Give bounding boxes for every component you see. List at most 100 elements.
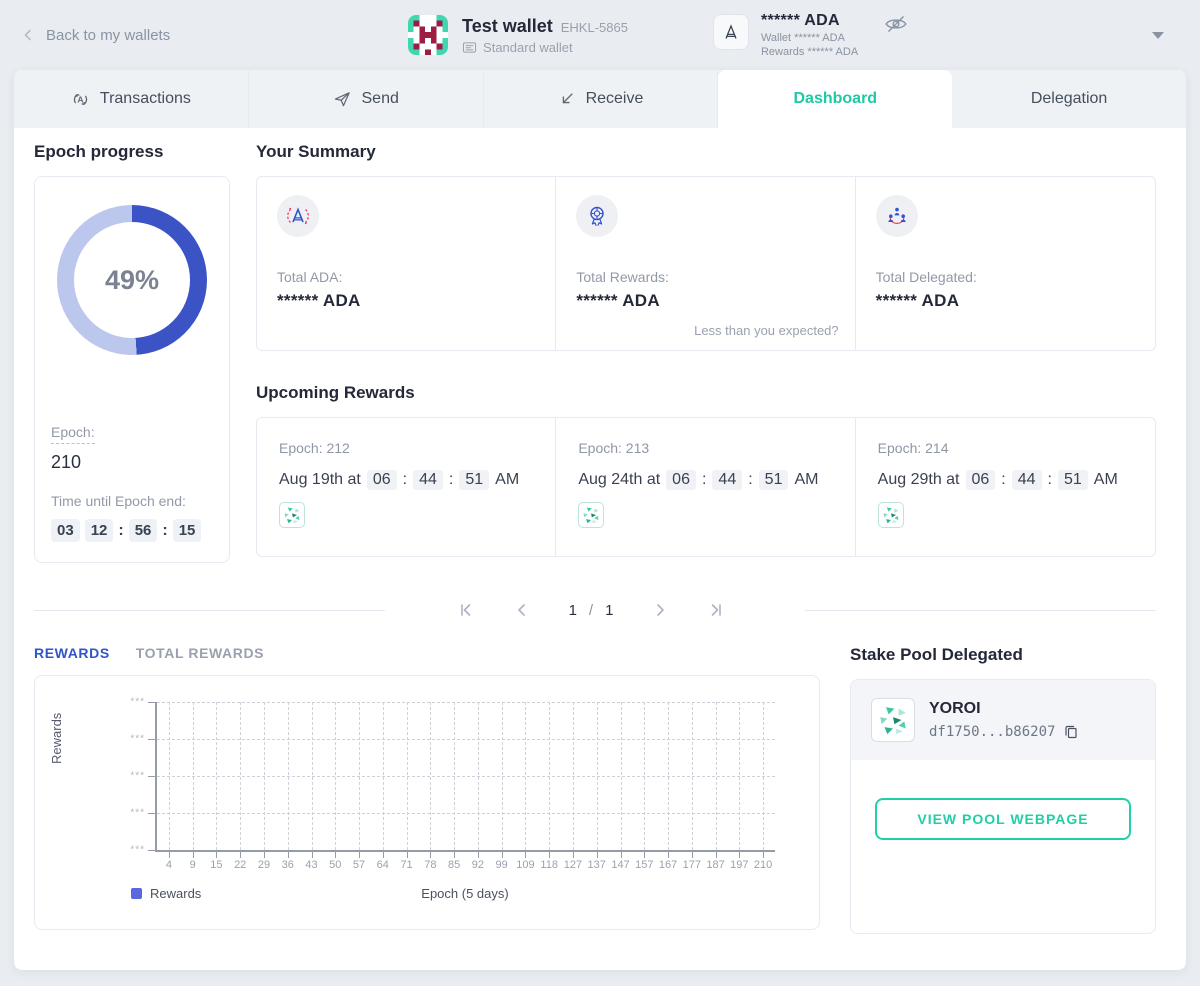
receive-icon <box>558 90 576 108</box>
next-page-button[interactable] <box>651 601 669 619</box>
first-page-button[interactable] <box>457 601 475 619</box>
x-tick-label: 167 <box>659 859 677 871</box>
tab-delegation[interactable]: Delegation <box>952 70 1186 128</box>
reward-epoch-label: Epoch: 214 <box>878 440 1133 456</box>
upcoming-rewards-cards: Epoch: 212 Aug 19th at 06: 44: 51 AM <box>256 417 1156 557</box>
countdown-label: Time until Epoch end: <box>51 493 213 509</box>
total-delegated-value: ****** ADA <box>876 291 1135 311</box>
total-delegated-icon <box>876 195 918 237</box>
view-pool-webpage-button[interactable]: VIEW POOL WEBPAGE <box>875 798 1131 840</box>
x-tick-label: 15 <box>210 859 222 871</box>
x-tick-label: 22 <box>234 859 246 871</box>
x-tick-label: 57 <box>353 859 365 871</box>
x-tick-label: 78 <box>424 859 436 871</box>
x-tick-label: 210 <box>754 859 772 871</box>
reward-epoch-label: Epoch: 213 <box>578 440 832 456</box>
copy-pool-hash-icon[interactable] <box>1063 724 1079 740</box>
your-summary-title: Your Summary <box>256 142 1156 162</box>
chart-plot-area: 4915222936435057647178859299109118127137… <box>155 702 775 852</box>
x-tick-label: 197 <box>730 859 748 871</box>
wallet-top-bar: Back to my wallets <box>0 0 1200 70</box>
total-rewards-label: Total Rewards: <box>576 269 834 285</box>
tab-label: Send <box>362 90 399 108</box>
epoch-progress-card: 49% Epoch: 210 Time until Epoch end: 03 … <box>34 176 230 563</box>
tab-rewards-graph[interactable]: REWARDS <box>34 645 110 661</box>
tab-transactions[interactable]: A Transactions <box>14 70 249 128</box>
x-tick-label: 147 <box>611 859 629 871</box>
rewards-balance-row: Rewards ****** ADA <box>761 46 858 58</box>
prev-page-button[interactable] <box>513 601 531 619</box>
divider-line <box>34 610 385 611</box>
tab-total-rewards-graph[interactable]: TOTAL REWARDS <box>136 645 264 661</box>
stake-pool-title: Stake Pool Delegated <box>850 645 1156 665</box>
upcoming-reward-card: Epoch: 214 Aug 29th at 06: 44: 51 AM <box>856 418 1155 556</box>
tab-label: Transactions <box>100 90 191 108</box>
wallet-dropdown-caret[interactable] <box>1146 26 1170 45</box>
tab-dashboard[interactable]: Dashboard <box>718 70 952 128</box>
dashboard-content: Epoch progress 49% Epoch: 210 Time until… <box>14 128 1186 934</box>
ada-symbol-icon <box>713 14 749 50</box>
wallet-type-label: Standard wallet <box>483 40 573 55</box>
total-delegated-card: Total Delegated: ****** ADA <box>856 177 1155 350</box>
wallet-name: Test wallet <box>462 16 553 37</box>
total-delegated-label: Total Delegated: <box>876 269 1135 285</box>
wallet-plate: EHKL-5865 <box>561 20 628 35</box>
stake-pool-section: Stake Pool Delegated YOROI df1750...b862… <box>850 645 1156 934</box>
x-tick-label: 137 <box>588 859 606 871</box>
epoch-percent: 49% <box>57 205 207 355</box>
x-tick-label: 36 <box>282 859 294 871</box>
y-tick-label: *** <box>130 734 145 745</box>
y-tick-label: *** <box>130 808 145 819</box>
tab-label: Delegation <box>1031 90 1108 108</box>
summary-section: Your Summary Total ADA: <box>256 142 1156 563</box>
reward-epoch-label: Epoch: 212 <box>279 440 533 456</box>
caret-down-icon <box>1152 32 1164 39</box>
reward-date: Aug 19th at 06: 44: 51 AM <box>279 470 533 490</box>
x-tick-label: 64 <box>377 859 389 871</box>
reward-date: Aug 29th at 06: 44: 51 AM <box>878 470 1133 490</box>
pool-name: YOROI <box>929 700 1079 718</box>
last-page-button[interactable] <box>707 601 725 619</box>
pool-mini-icon <box>279 502 305 528</box>
x-tick-label: 109 <box>516 859 534 871</box>
x-tick-label: 50 <box>329 859 341 871</box>
tab-send[interactable]: Send <box>249 70 484 128</box>
x-tick-label: 92 <box>472 859 484 871</box>
x-tick-label: 85 <box>448 859 460 871</box>
chart-y-axis-title: Rewards <box>49 713 64 764</box>
hide-balance-eye-icon[interactable] <box>884 14 908 39</box>
upcoming-reward-card: Epoch: 213 Aug 24th at 06: 44: 51 AM <box>556 418 855 556</box>
y-tick-label: *** <box>130 845 145 856</box>
x-tick-label: 118 <box>540 859 558 871</box>
pool-hash: df1750...b86207 <box>929 724 1055 740</box>
total-rewards-icon <box>576 195 618 237</box>
x-tick-label: 71 <box>400 859 412 871</box>
x-tick-label: 43 <box>305 859 317 871</box>
tab-receive[interactable]: Receive <box>484 70 719 128</box>
chart-tabs: REWARDS TOTAL REWARDS <box>34 645 820 661</box>
main-panel: A Transactions Send Receive Dashboard De… <box>14 70 1186 970</box>
x-tick-label: 4 <box>166 859 172 871</box>
total-ada-value: ****** ADA <box>277 291 535 311</box>
epoch-label: Epoch: <box>51 424 95 444</box>
upcoming-reward-card: Epoch: 212 Aug 19th at 06: 44: 51 AM <box>257 418 556 556</box>
x-tick-label: 157 <box>635 859 653 871</box>
rewards-chart-card: Rewards 49152229364350576471788592991091… <box>34 675 820 930</box>
chevron-left-icon <box>20 27 36 43</box>
epoch-progress-section: Epoch progress 49% Epoch: 210 Time until… <box>34 142 230 563</box>
balance-block: ****** ADA Wallet ****** ADA Rewards ***… <box>713 12 908 58</box>
total-ada-card: Total ADA: ****** ADA <box>257 177 556 350</box>
page-indicator: 1 / 1 <box>569 602 614 619</box>
svg-text:A: A <box>77 94 83 104</box>
back-to-wallets-button[interactable]: Back to my wallets <box>20 27 170 44</box>
send-icon <box>333 90 352 109</box>
stake-pool-card: YOROI df1750...b86207 VIEW POOL WEBPAGE <box>850 679 1156 934</box>
x-tick-label: 9 <box>190 859 196 871</box>
divider-line <box>805 610 1156 611</box>
chart-x-axis-title: Epoch (5 days) <box>155 886 775 901</box>
less-than-expected-link[interactable]: Less than you expected? <box>694 323 839 338</box>
countdown-seconds: 15 <box>173 519 202 542</box>
wallet-summary-block: Test wallet EHKL-5865 Standard wallet <box>408 15 628 55</box>
tab-label: Dashboard <box>794 90 878 108</box>
total-balance: ****** ADA <box>761 12 858 30</box>
